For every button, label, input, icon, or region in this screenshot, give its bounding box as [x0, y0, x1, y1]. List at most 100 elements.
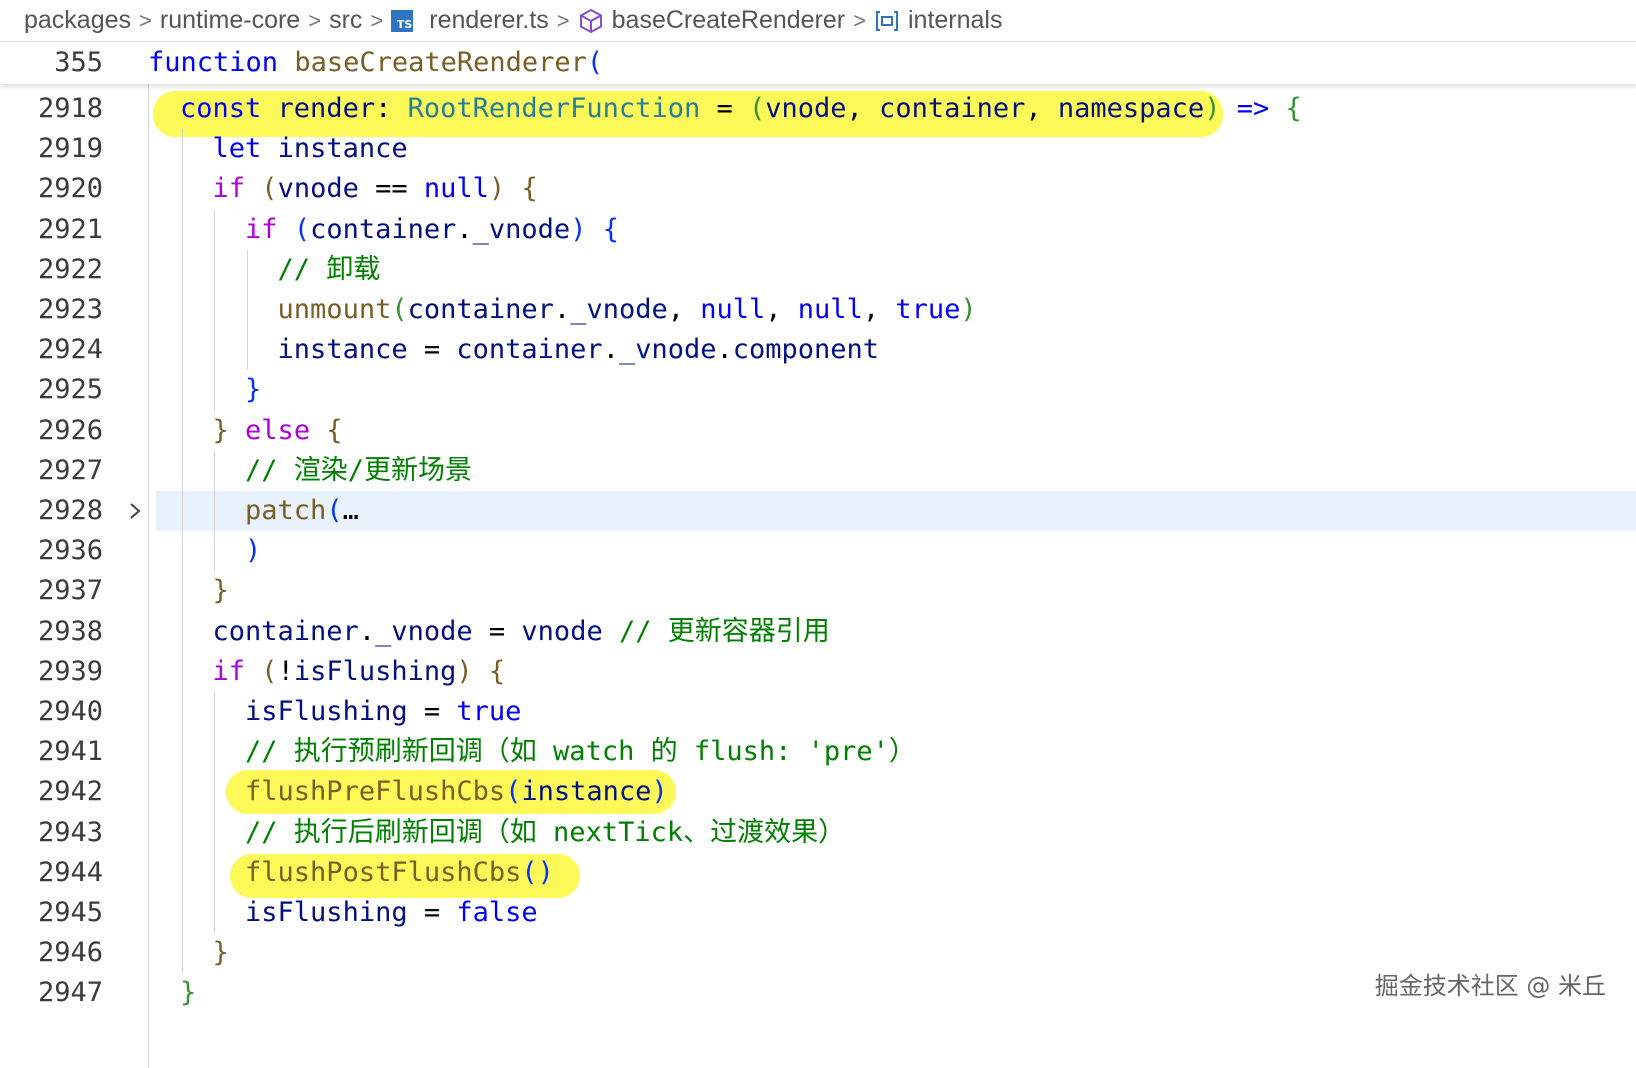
code-line[interactable]: 2920 if (vnode == null) {: [0, 169, 1636, 209]
code-text: }: [180, 973, 196, 1013]
code-text: isFlushing = true: [180, 692, 521, 732]
code-line[interactable]: 2918 const render: RootRenderFunction = (…: [0, 89, 1636, 129]
line-number: 2945: [37, 897, 103, 928]
line-number: 2947: [37, 977, 103, 1009]
code-line[interactable]: 2942 flushPreFlushCbs(instance): [0, 772, 1636, 812]
breadcrumb-runtime-core[interactable]: runtime-core: [160, 6, 300, 35]
code-token: =>: [1236, 93, 1270, 124]
code-line[interactable]: 2945 isFlushing = false: [0, 893, 1636, 933]
code-text: // 卸载: [180, 250, 381, 290]
breadcrumb-baseCreateRenderer[interactable]: baseCreateRenderer: [612, 6, 845, 35]
code-line[interactable]: 2928 patch(…: [0, 491, 1636, 531]
code-token: ,: [667, 294, 701, 325]
sticky-scroll-header[interactable]: 355 function baseCreateRenderer(: [0, 42, 1636, 84]
line-number: 2927: [37, 454, 103, 486]
code-text: container._vnode = vnode // 更新容器引用: [180, 612, 830, 652]
code-line[interactable]: 2927 // 渲染/更新场景: [0, 451, 1636, 491]
breadcrumb-packages[interactable]: packages: [24, 6, 131, 35]
code-token: isFlushing: [245, 897, 408, 928]
code-line[interactable]: 2926 } else {: [0, 411, 1636, 451]
code-token: =: [407, 696, 457, 727]
code-token: // 渲染/更新场景: [245, 454, 473, 486]
code-line[interactable]: 2921 if (container._vnode) {: [0, 210, 1636, 250]
code-token: (: [749, 93, 766, 124]
paren-token: (: [586, 47, 604, 78]
code-line[interactable]: 2941 // 执行预刷新回调（如 watch 的 flush: 'pre'）: [0, 732, 1636, 772]
code-token: ,: [1025, 93, 1058, 124]
code-token: ): [651, 776, 668, 808]
chevron-right-icon: >: [556, 7, 570, 33]
typescript-file-icon: TS: [391, 9, 414, 32]
line-number: 2928: [37, 495, 103, 526]
breadcrumb-src[interactable]: src: [329, 6, 362, 35]
indent-guide: [246, 249, 248, 371]
chevron-right-icon: >: [370, 7, 384, 33]
code-token: ,: [846, 93, 880, 124]
code-token: {: [326, 414, 343, 446]
code-text: ): [180, 531, 261, 571]
code-token: vnode: [765, 93, 847, 124]
code-token: ,: [862, 294, 896, 325]
code-token: component: [732, 334, 880, 366]
code-token: vnode: [521, 615, 603, 647]
code-token: {: [521, 173, 538, 205]
code-token: isFlushing: [293, 655, 457, 687]
code-line[interactable]: 2923 unmount(container._vnode, null, nul…: [0, 290, 1636, 330]
code-line[interactable]: 2938 container._vnode = vnode // 更新容器引用: [0, 612, 1636, 652]
code-text: }: [180, 571, 229, 611]
code-line[interactable]: 2937 }: [0, 571, 1636, 611]
code-token: true: [895, 294, 961, 325]
code-text: // 渲染/更新场景: [180, 451, 472, 491]
code-token: {: [602, 213, 619, 245]
code-token: container: [310, 213, 457, 245]
code-line[interactable]: 2919 let instance: [0, 129, 1636, 169]
chevron-right-icon[interactable]: [124, 500, 146, 522]
code-line[interactable]: 2943 // 执行后刷新回调（如 nextTick、过渡效果）: [0, 813, 1636, 853]
code-token: }: [180, 977, 197, 1009]
code-token: let: [212, 133, 262, 165]
code-line[interactable]: 2944 flushPostFlushCbs(): [0, 853, 1636, 893]
breadcrumb-internals[interactable]: internals: [908, 6, 1003, 35]
line-number: 2918: [37, 93, 103, 124]
code-line[interactable]: 2925 }: [0, 370, 1636, 410]
line-number: 2938: [37, 615, 103, 647]
code-token: =: [407, 897, 457, 928]
code-text: flushPostFlushCbs(): [180, 853, 554, 893]
breadcrumb-renderer-ts[interactable]: renderer.ts: [429, 6, 549, 35]
code-line[interactable]: 2922 // 卸载: [0, 250, 1636, 290]
code-token: if: [212, 173, 246, 205]
code-line[interactable]: 2936 ): [0, 531, 1636, 571]
code-token: (): [521, 856, 554, 888]
code-token: _vnode: [618, 334, 717, 366]
line-number: 2922: [37, 253, 103, 285]
code-token: .: [456, 213, 473, 245]
indent-guide: [214, 450, 216, 572]
line-number: 2939: [37, 655, 103, 687]
code-line[interactable]: 2939 if (!isFlushing) {: [0, 652, 1636, 692]
chevron-right-icon: >: [853, 7, 866, 33]
code-token: namespace: [1057, 93, 1205, 124]
code-token: {: [1285, 93, 1302, 124]
code-token: if: [212, 655, 246, 687]
code-token: container: [212, 615, 359, 647]
watermark: 掘金技术社区 @ 米丘: [1374, 972, 1606, 1000]
code-text: flushPreFlushCbs(instance): [180, 772, 668, 812]
line-number: 2921: [37, 213, 103, 245]
code-line[interactable]: 2940 isFlushing = true: [0, 692, 1636, 732]
code-line[interactable]: 2924 instance = container._vnode.compone…: [0, 330, 1636, 370]
